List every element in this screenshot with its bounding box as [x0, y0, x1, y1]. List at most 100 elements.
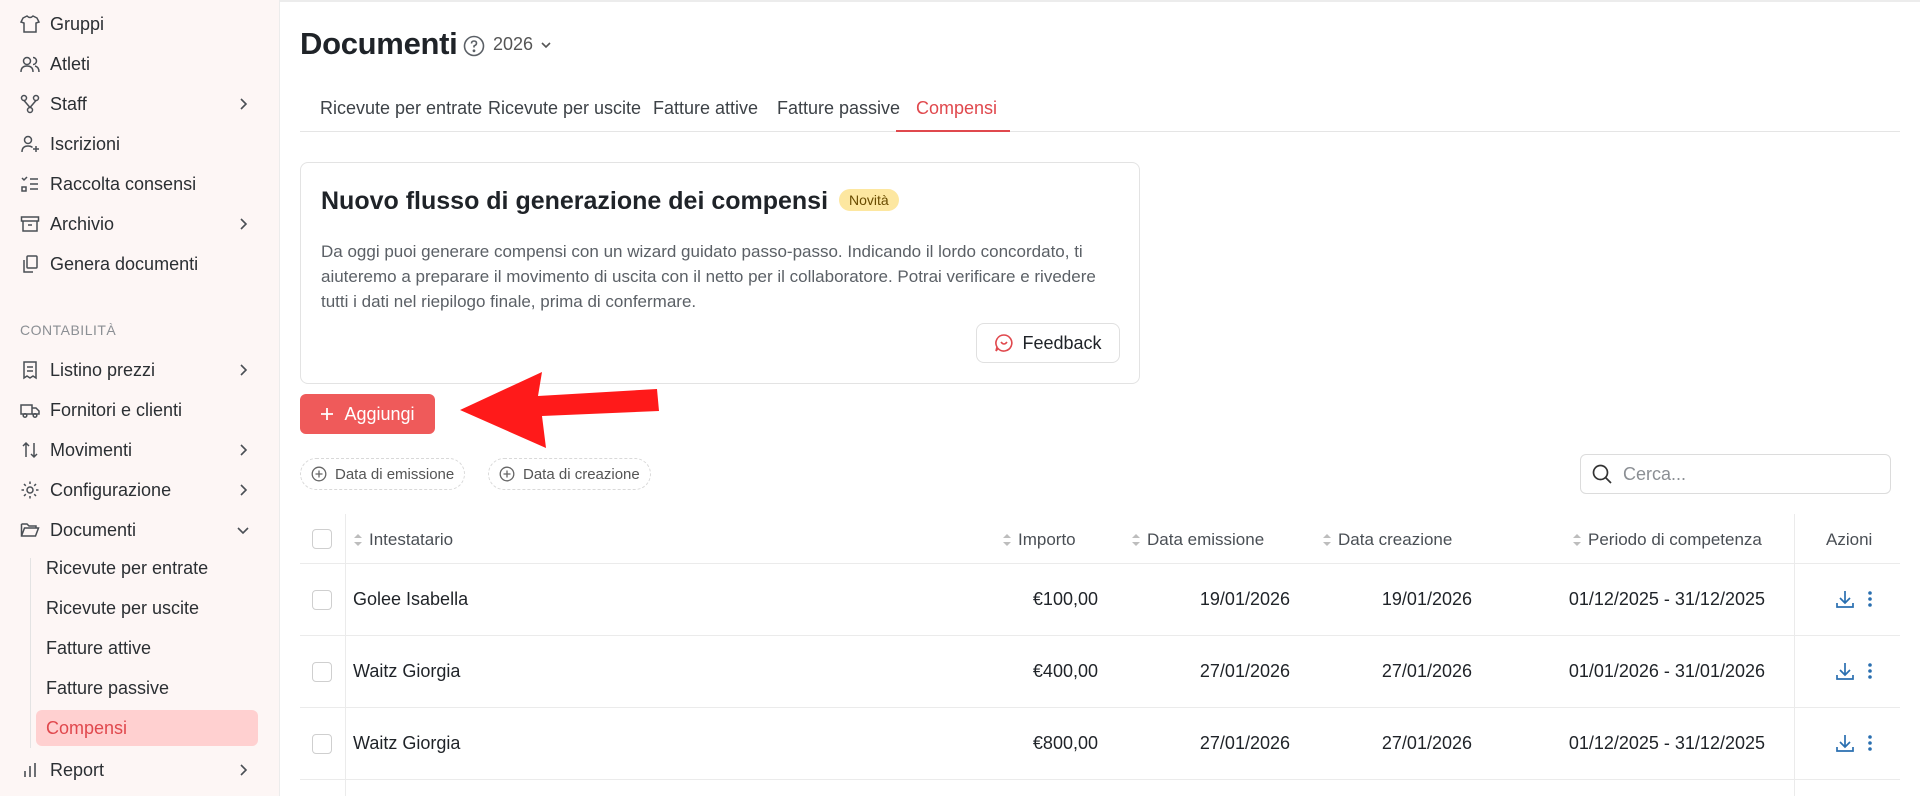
cell-data-creazione: 27/01/2026	[1381, 661, 1472, 681]
year-selector[interactable]: 2026	[493, 34, 553, 55]
sidebar-item-fornitori-e-clienti[interactable]: Fornitori e clienti	[20, 392, 258, 428]
table-row[interactable]: Waitz Giorgia €400,00 27/01/2026 27/01/2…	[300, 636, 1900, 708]
plus-icon	[321, 408, 334, 420]
sidebar-item-raccolta-consensi[interactable]: Raccolta consensi	[20, 166, 258, 202]
sort-icon	[354, 534, 362, 546]
user-plus-icon	[20, 134, 40, 154]
feedback-button[interactable]: Feedback	[976, 323, 1120, 363]
more-vertical-icon[interactable]	[1865, 732, 1875, 754]
row-checkbox[interactable]	[312, 590, 332, 610]
users-icon	[20, 54, 40, 74]
sidebar-subitem-fatture-attive[interactable]: Fatture attive	[46, 630, 258, 666]
sidebar-item-gruppi[interactable]: Gruppi	[20, 6, 258, 42]
column-periodo-competenza[interactable]: Periodo di competenza	[1572, 530, 1762, 550]
sidebar-item-label: Documenti	[50, 519, 137, 540]
active-tab-indicator	[896, 130, 1010, 132]
download-icon[interactable]	[1834, 660, 1856, 682]
search-input[interactable]	[1623, 463, 1873, 485]
tab-fatture-attive[interactable]: Fatture attive	[653, 98, 758, 119]
cell-data-creazione: 19/01/2026	[1381, 589, 1472, 609]
archive-icon	[20, 214, 40, 234]
sidebar-item-archivio[interactable]: Archivio	[20, 206, 258, 242]
sidebar-item-report[interactable]: Report	[20, 752, 258, 788]
bar-chart-icon	[20, 760, 40, 780]
sidebar-subitem-ricevute-entrate[interactable]: Ricevute per entrate	[46, 550, 258, 586]
chevron-right-icon	[240, 764, 248, 776]
sidebar-item-movimenti[interactable]: Movimenti	[20, 432, 258, 468]
list-check-icon	[20, 174, 40, 194]
add-button[interactable]: Aggiungi	[300, 394, 435, 434]
tab-compensi[interactable]: Compensi	[916, 98, 997, 119]
more-vertical-icon[interactable]	[1865, 588, 1875, 610]
cell-periodo: 01/12/2025 - 31/12/2025	[1568, 733, 1765, 753]
sort-icon	[1323, 534, 1331, 546]
sidebar-item-label: Archivio	[50, 213, 115, 234]
gear-icon	[20, 480, 40, 500]
sidebar-item-documenti[interactable]: Documenti	[20, 512, 258, 548]
arrows-updown-icon	[20, 440, 40, 460]
chevron-right-icon	[240, 484, 248, 496]
chevron-down-icon	[541, 41, 551, 48]
cell-data-emissione: 27/01/2026	[1199, 733, 1290, 753]
chevron-down-icon	[237, 527, 249, 535]
sidebar-item-configurazione[interactable]: Configurazione	[20, 472, 258, 508]
card-description: Da oggi puoi generare compensi con un wi…	[321, 242, 1096, 311]
more-vertical-icon[interactable]	[1865, 660, 1875, 682]
copy-doc-icon	[20, 254, 40, 274]
sidebar-item-staff[interactable]: Staff	[20, 86, 258, 122]
sidebar: Gruppi Atleti Staff Iscrizioni Raccolta …	[0, 0, 280, 796]
cell-intestatario: Waitz Giorgia	[353, 661, 461, 681]
download-icon[interactable]	[1834, 588, 1856, 610]
tab-fatture-passive[interactable]: Fatture passive	[777, 98, 900, 119]
filter-data-emissione[interactable]: Data di emissione	[300, 458, 466, 490]
submenu-rail	[30, 558, 31, 748]
receipt-icon	[20, 360, 40, 380]
cell-intestatario: Golee Isabella	[353, 589, 469, 609]
cell-periodo: 01/01/2026 - 31/01/2026	[1568, 661, 1765, 681]
card-title: Nuovo flusso di generazione dei compensi	[321, 187, 829, 215]
download-icon[interactable]	[1834, 732, 1856, 754]
column-data-emissione[interactable]: Data emissione	[1131, 530, 1264, 550]
sidebar-item-label: Listino prezzi	[50, 359, 156, 380]
filter-data-creazione[interactable]: Data di creazione	[488, 458, 651, 490]
column-importo[interactable]: Importo	[1002, 530, 1076, 550]
help-icon[interactable]	[462, 34, 486, 58]
sidebar-item-label: Movimenti	[50, 439, 133, 460]
row-checkbox[interactable]	[312, 662, 332, 682]
new-badge: Novità	[839, 189, 899, 211]
table-row[interactable]: Golee Isabella €100,00 19/01/2026 19/01/…	[300, 564, 1900, 636]
tab-ricevute-uscite[interactable]: Ricevute per uscite	[488, 98, 641, 119]
sidebar-item-label: Genera documenti	[50, 253, 199, 274]
sidebar-item-label: Report	[50, 759, 105, 780]
sidebar-subitem-fatture-passive[interactable]: Fatture passive	[46, 670, 258, 706]
table-row[interactable]: Waitz Giorgia €800,00 27/01/2026 27/01/2…	[300, 708, 1900, 780]
search-box	[1580, 454, 1891, 494]
sidebar-subitem-compensi[interactable]: Compensi	[36, 710, 258, 746]
column-intestatario[interactable]: Intestatario	[353, 530, 453, 550]
sort-icon	[1573, 534, 1581, 546]
feedback-icon	[995, 334, 1014, 352]
sidebar-subitem-ricevute-uscite[interactable]: Ricevute per uscite	[46, 590, 258, 626]
cell-data-creazione: 27/01/2026	[1381, 733, 1472, 753]
select-all-checkbox[interactable]	[312, 529, 332, 549]
sidebar-item-genera-documenti[interactable]: Genera documenti	[20, 246, 258, 282]
sidebar-item-label: Staff	[50, 93, 87, 114]
row-checkbox[interactable]	[312, 734, 332, 754]
sidebar-item-label: Iscrizioni	[50, 133, 121, 154]
sidebar-item-atleti[interactable]: Atleti	[20, 46, 258, 82]
cell-data-emissione: 19/01/2026	[1199, 589, 1290, 609]
red-arrow-annotation	[460, 372, 659, 448]
column-data-creazione[interactable]: Data creazione	[1322, 530, 1452, 550]
chevron-right-icon	[240, 218, 248, 230]
cell-importo: €100,00	[1032, 589, 1098, 609]
sidebar-item-label: Raccolta consensi	[50, 173, 197, 194]
filter-label: Data di creazione	[523, 465, 640, 483]
sidebar-item-listino-prezzi[interactable]: Listino prezzi	[20, 352, 258, 388]
page-title: Documenti	[300, 26, 458, 61]
sidebar-item-label: Configurazione	[50, 479, 172, 500]
cell-intestatario: Waitz Giorgia	[353, 733, 461, 753]
tab-ricevute-entrate[interactable]: Ricevute per entrate	[320, 98, 482, 119]
shirt-icon	[20, 14, 40, 34]
cell-importo: €800,00	[1032, 733, 1098, 753]
sidebar-item-iscrizioni[interactable]: Iscrizioni	[20, 126, 258, 162]
